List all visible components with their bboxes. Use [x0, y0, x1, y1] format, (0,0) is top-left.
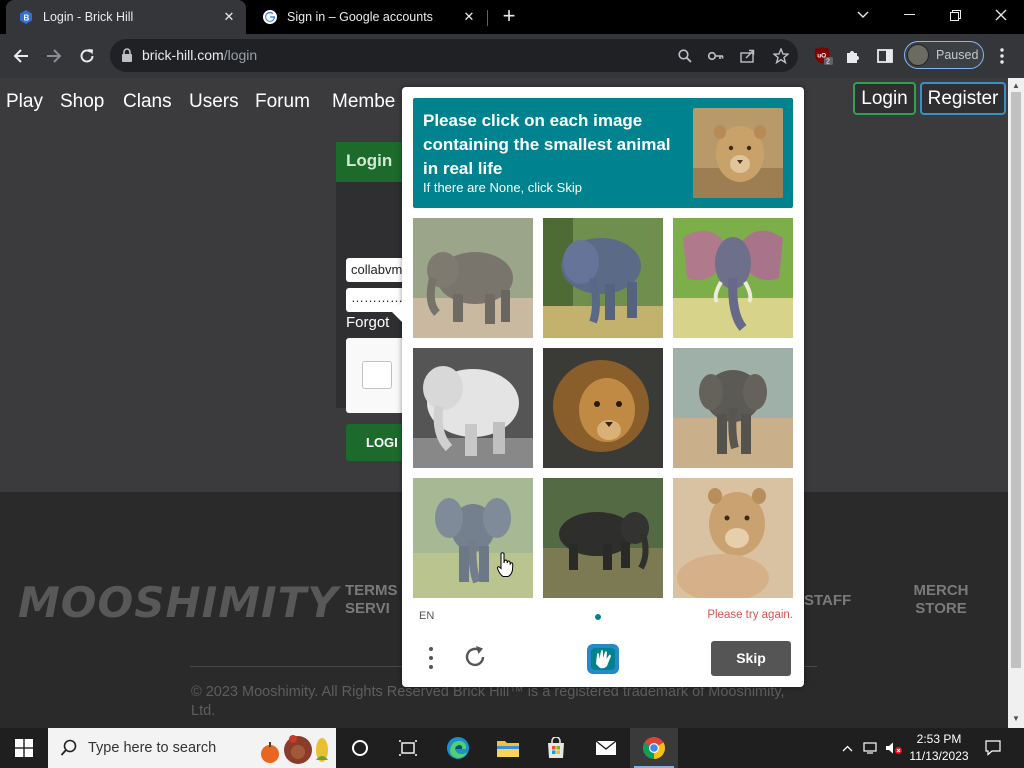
tab-title: Sign in – Google accounts — [287, 10, 433, 24]
challenge-image-2[interactable] — [543, 218, 663, 338]
captcha-checkbox[interactable] — [362, 361, 392, 389]
reload-icon[interactable] — [74, 43, 100, 69]
mail-icon[interactable] — [582, 728, 630, 768]
google-favicon-icon — [262, 9, 278, 25]
page-indicator-dot — [595, 614, 601, 620]
profile-button[interactable]: Paused — [904, 41, 984, 69]
challenge-image-9[interactable] — [673, 478, 793, 598]
edge-browser-icon[interactable] — [434, 728, 482, 768]
new-tab-plus-icon[interactable]: + — [498, 5, 520, 28]
challenge-image-7[interactable] — [413, 478, 533, 598]
header-register-button[interactable]: Register — [920, 82, 1006, 115]
show-hidden-icons-chevron-icon[interactable] — [836, 728, 858, 768]
options-menu-icon[interactable] — [419, 645, 443, 671]
scroll-down-arrow-icon[interactable]: ▼ — [1012, 714, 1020, 723]
hcaptcha-logo-icon — [587, 644, 619, 674]
minimize-icon[interactable] — [886, 0, 932, 30]
challenge-image-5[interactable] — [543, 348, 663, 468]
challenge-image-4[interactable] — [413, 348, 533, 468]
microsoft-store-icon[interactable] — [532, 728, 580, 768]
tab-brick-hill[interactable]: B Login - Brick Hill ✕ — [6, 0, 246, 34]
more-menu-icon[interactable] — [989, 43, 1015, 69]
hcaptcha-challenge: Please click on each image containing th… — [392, 87, 804, 687]
challenge-image-1[interactable] — [413, 218, 533, 338]
close-window-icon[interactable] — [978, 0, 1024, 30]
tab-title: Login - Brick Hill — [43, 10, 134, 24]
avatar — [907, 44, 929, 66]
zoom-search-icon[interactable] — [675, 46, 695, 66]
restore-icon[interactable] — [932, 0, 978, 30]
network-icon[interactable] — [860, 728, 882, 768]
forgot-password-link[interactable]: Forgot — [346, 314, 389, 331]
example-lioness-image — [693, 108, 783, 198]
challenge-image-8[interactable] — [543, 478, 663, 598]
hand-cursor-icon — [496, 552, 514, 577]
nav-shop[interactable]: Shop — [60, 91, 104, 113]
nav-users[interactable]: Users — [189, 91, 239, 113]
footer-copyright: © 2023 Mooshimity. All Rights Reserved B… — [191, 684, 785, 719]
svg-text:2: 2 — [826, 59, 830, 66]
browser-toolbar: brick-hill.com/login uO 2 Paused — [0, 34, 1024, 78]
windows-taskbar: Type here to search 2:53 PM 11/13/2023 — [0, 728, 1024, 768]
skip-button[interactable]: Skip — [711, 641, 791, 676]
back-arrow-icon[interactable] — [8, 43, 34, 69]
extensions-puzzle-icon[interactable] — [840, 43, 866, 69]
error-message: Please try again. — [707, 609, 793, 621]
nav-members[interactable]: Membe — [332, 91, 395, 113]
forward-arrow-icon[interactable] — [41, 43, 67, 69]
key-icon[interactable] — [706, 46, 726, 66]
lock-icon — [122, 48, 132, 62]
scrollbar-thumb[interactable] — [1011, 92, 1021, 668]
side-panel-icon[interactable] — [872, 43, 898, 69]
challenge-subtext: If there are None, click Skip — [423, 180, 582, 195]
tab-divider — [487, 10, 488, 26]
browser-tab-bar: B Login - Brick Hill ✕ Sign in – Google … — [0, 0, 1024, 34]
brick-hill-favicon-icon: B — [18, 9, 34, 25]
header-login-button[interactable]: Login — [853, 82, 916, 115]
page-scrollbar[interactable]: ▲ ▼ — [1008, 78, 1024, 728]
ublock-extension-icon[interactable]: uO 2 — [811, 43, 837, 69]
tab-google-sign-in[interactable]: Sign in – Google accounts ✕ — [250, 0, 486, 34]
bookmark-star-icon[interactable] — [771, 46, 791, 66]
clock-date: 11/13/2023 — [909, 749, 969, 763]
notifications-icon[interactable] — [978, 728, 1008, 768]
tab-search-chevron-icon[interactable] — [840, 0, 886, 30]
cortana-icon[interactable] — [336, 728, 384, 768]
footer-link-merch[interactable]: MERCH STORE — [905, 582, 977, 618]
language-selector[interactable]: EN — [419, 610, 434, 622]
chrome-icon[interactable] — [630, 728, 678, 768]
footer-link-staff[interactable]: STAFF — [804, 592, 864, 610]
share-icon[interactable] — [738, 46, 758, 66]
search-placeholder: Type here to search — [88, 740, 217, 756]
svg-text:B: B — [24, 14, 30, 23]
nav-play[interactable]: Play — [6, 91, 43, 113]
windows-start-icon[interactable] — [0, 728, 48, 768]
footer-link-terms[interactable]: TERMS SERVI — [345, 582, 405, 618]
taskbar-clock[interactable]: 2:53 PM 11/13/2023 — [900, 731, 978, 765]
refresh-challenge-icon[interactable] — [462, 644, 488, 670]
challenge-prompt: Please click on each image containing th… — [413, 98, 793, 208]
address-bar[interactable]: brick-hill.com/login — [110, 39, 798, 72]
footer-logo: MOOSHIMITY — [18, 578, 339, 627]
taskbar-search-box[interactable]: Type here to search — [48, 728, 336, 768]
nav-forum[interactable]: Forum — [255, 91, 310, 113]
challenge-instruction: Please click on each image containing th… — [423, 111, 671, 178]
captcha-pointer — [392, 302, 402, 322]
file-explorer-icon[interactable] — [484, 728, 532, 768]
nav-clans[interactable]: Clans — [123, 91, 172, 113]
thanksgiving-search-highlight-icon — [261, 735, 328, 764]
url-text: brick-hill.com/login — [142, 47, 258, 63]
profile-status: Paused — [936, 48, 979, 62]
close-tab-icon[interactable]: ✕ — [458, 6, 480, 28]
scroll-up-arrow-icon[interactable]: ▲ — [1012, 81, 1020, 90]
challenge-image-3[interactable] — [673, 218, 793, 338]
challenge-image-6[interactable] — [673, 348, 793, 468]
close-tab-icon[interactable]: ✕ — [218, 6, 240, 28]
clock-time: 2:53 PM — [916, 732, 962, 746]
task-view-icon[interactable] — [384, 728, 432, 768]
search-icon — [60, 739, 77, 756]
